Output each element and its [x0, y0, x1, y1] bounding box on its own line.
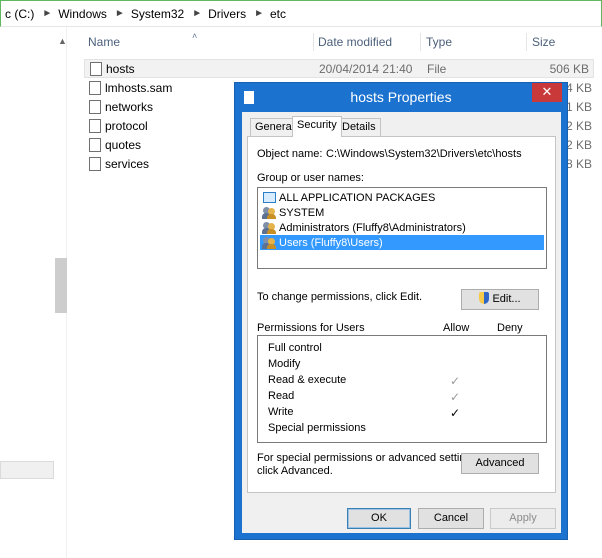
file-size: 8 KB — [566, 157, 593, 171]
apply-button[interactable]: Apply — [490, 508, 556, 529]
permission-row: Write ✓ — [268, 406, 538, 422]
check-icon: ✓ — [449, 374, 461, 388]
file-icon — [89, 156, 101, 171]
file-icon — [90, 61, 102, 76]
change-permissions-text: To change permissions, click Edit. — [257, 291, 423, 303]
list-item[interactable]: Users (Fluffy8\Users) — [260, 235, 544, 250]
edit-button[interactable]: Edit... — [461, 289, 539, 310]
group-names-label: Group or user names: — [257, 172, 364, 184]
package-icon — [263, 192, 276, 203]
column-divider[interactable] — [313, 33, 314, 51]
file-icon — [89, 80, 101, 95]
breadcrumb-etc[interactable]: etc — [270, 7, 286, 21]
uac-shield-icon — [479, 292, 490, 304]
chevron-right-icon[interactable]: ► — [42, 8, 52, 19]
group-name: Administrators (Fluffy8\Administrators) — [279, 221, 466, 234]
tab-security[interactable]: Security — [292, 116, 342, 137]
check-icon: ✓ — [449, 390, 461, 404]
chevron-right-icon[interactable]: ► — [192, 8, 202, 19]
collapse-icon[interactable]: ▲ — [58, 36, 67, 46]
file-size: 4 KB — [566, 81, 593, 95]
allow-header: Allow — [443, 322, 470, 334]
file-icon — [89, 137, 101, 152]
permissions-header: Permissions for Users — [257, 322, 365, 334]
column-header-type[interactable]: Type — [426, 28, 452, 56]
column-header-date[interactable]: Date modified — [318, 28, 392, 56]
group-name: SYSTEM — [279, 206, 325, 219]
chevron-right-icon[interactable]: ► — [115, 8, 125, 19]
close-button[interactable]: ✕ — [532, 83, 562, 102]
nav-scrollbar-thumb[interactable] — [55, 258, 67, 313]
breadcrumb-drive[interactable]: c (C:) — [5, 7, 34, 21]
permission-name: Special permissions — [268, 422, 366, 434]
nav-selected-item[interactable] — [0, 461, 54, 479]
group-name: Users (Fluffy8\Users) — [279, 236, 383, 249]
file-size: 1 KB — [566, 100, 593, 114]
file-date: 20/04/2014 21:40 — [319, 61, 413, 76]
ok-button[interactable]: OK — [347, 508, 411, 529]
special-permissions-text: For special permissions or advanced sett… — [257, 452, 481, 464]
breadcrumb-system32[interactable]: System32 — [131, 7, 184, 21]
properties-dialog[interactable]: hosts Properties ✕ General Security Deta… — [234, 82, 568, 540]
permission-name: Read — [268, 390, 295, 402]
users-icon — [262, 236, 277, 249]
cancel-button[interactable]: Cancel — [418, 508, 484, 529]
tab-details[interactable]: Details — [337, 118, 381, 136]
file-size: 506 KB — [549, 61, 589, 76]
permissions-list[interactable]: Full control Modify Read & execute ✓ Rea… — [257, 335, 547, 443]
file-icon — [89, 99, 101, 114]
file-name: hosts — [106, 61, 135, 76]
edit-button-label: Edit... — [492, 293, 521, 305]
group-list[interactable]: ALL APPLICATION PACKAGES SYSTEM Administ… — [257, 187, 547, 269]
check-icon: ✓ — [449, 406, 461, 420]
list-item[interactable]: Administrators (Fluffy8\Administrators) — [260, 220, 544, 235]
column-header-size[interactable]: Size — [532, 28, 555, 56]
file-icon — [89, 118, 101, 133]
list-item[interactable]: SYSTEM — [260, 205, 544, 220]
object-name-label: Object name: — [257, 148, 323, 160]
list-item[interactable]: ALL APPLICATION PACKAGES — [260, 190, 544, 205]
deny-header: Deny — [497, 322, 523, 334]
permission-name: Read & execute — [268, 374, 347, 386]
column-header-name[interactable]: Name — [88, 28, 120, 56]
advanced-button[interactable]: Advanced — [461, 453, 539, 474]
permission-row: Special permissions — [268, 422, 538, 438]
breadcrumb-windows[interactable]: Windows — [58, 7, 107, 21]
group-name: ALL APPLICATION PACKAGES — [279, 191, 436, 204]
file-size: 2 KB — [566, 138, 593, 152]
permission-row: Full control — [268, 342, 538, 358]
file-row[interactable]: hosts 20/04/2014 21:40 File 506 KB — [84, 59, 594, 78]
permission-name: Modify — [268, 358, 301, 370]
column-divider[interactable] — [526, 33, 527, 51]
users-icon — [262, 206, 277, 219]
permission-name: Write — [268, 406, 294, 418]
column-divider[interactable] — [420, 33, 421, 51]
address-bar[interactable]: c (C:) ► Windows ► System32 ► Drivers ► … — [0, 0, 602, 27]
security-panel: Object name: C:\Windows\System32\Drivers… — [247, 136, 556, 493]
special-permissions-text-2: click Advanced. — [257, 465, 333, 477]
dialog-title: hosts Properties — [350, 89, 452, 105]
permission-row: Read & execute ✓ — [268, 374, 538, 390]
permission-name: Full control — [268, 342, 322, 354]
chevron-right-icon[interactable]: ► — [254, 8, 264, 19]
dialog-body: General Security Details Object name: C:… — [242, 112, 561, 533]
dialog-titlebar[interactable]: hosts Properties ✕ — [235, 83, 567, 111]
file-size: 2 KB — [566, 119, 593, 133]
object-name-value: C:\Windows\System32\Drivers\etc\hosts — [326, 148, 522, 160]
users-icon — [262, 221, 277, 234]
sort-ascending-icon: ˄ — [192, 31, 198, 41]
permission-row: Read ✓ — [268, 390, 538, 406]
permission-row: Modify — [268, 358, 538, 374]
file-type: File — [427, 61, 447, 76]
breadcrumb-drivers[interactable]: Drivers — [208, 7, 246, 21]
